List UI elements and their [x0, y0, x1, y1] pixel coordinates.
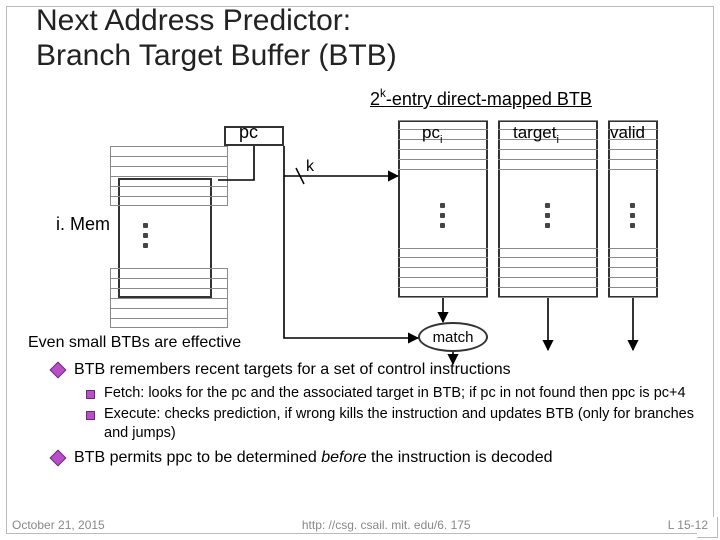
footer: October 21, 2015 http: //csg. csail. mit… — [12, 518, 708, 532]
imem-label: i. Mem — [56, 214, 110, 235]
btb-dots-2 — [545, 198, 551, 233]
bullet-1-text: BTB remembers recent targets for a set o… — [74, 361, 511, 378]
footer-page: L 15-12 — [668, 518, 708, 532]
k-bits-label: k — [306, 158, 314, 176]
footer-date: October 21, 2015 — [12, 518, 105, 532]
bullet-2b: Execute: checks prediction, if wrong kil… — [86, 405, 700, 442]
title-line-1: Next Address Predictor: — [36, 4, 351, 37]
bullet-3-em: before — [321, 449, 366, 466]
btb-dots-1 — [440, 198, 446, 233]
subtitle-pre: 2 — [370, 89, 380, 109]
title-line-2: Branch Target Buffer (BTB) — [36, 39, 397, 72]
slide-title: Next Address Predictor: Branch Target Bu… — [36, 4, 397, 73]
bullet-2a: Fetch: looks for the pc and the associat… — [86, 384, 700, 403]
imem-block — [118, 178, 212, 298]
footer-url: http: //csg. csail. mit. edu/6. 175 — [302, 518, 471, 532]
pc-label: pc — [239, 122, 258, 143]
col-target: targeti — [513, 123, 559, 145]
col-valid: valid — [610, 123, 645, 143]
btb-dots-3 — [630, 198, 636, 233]
bullet-list: BTB remembers recent targets for a set o… — [52, 356, 700, 473]
col-pci-sub: i — [440, 134, 442, 146]
imem-dots — [143, 218, 149, 253]
subtitle-sup: k — [380, 87, 386, 100]
col-pci: pci — [422, 123, 442, 145]
btb-subtitle: 2k-entry direct-mapped BTB — [370, 88, 592, 110]
bullet-3-post: the instruction is decoded — [367, 449, 553, 466]
bullet-1: BTB remembers recent targets for a set o… — [52, 360, 700, 380]
bullet-3-pre: BTB permits ppc to be determined — [74, 449, 321, 466]
bullet-3: BTB permits ppc to be determined before … — [52, 448, 700, 468]
match-gate: match — [418, 322, 488, 352]
subtitle-post: -entry direct-mapped BTB — [386, 89, 592, 109]
col-target-pre: target — [513, 123, 556, 142]
col-pci-pre: pc — [422, 123, 440, 142]
note-effective: Even small BTBs are effective — [28, 334, 241, 352]
col-target-sub: i — [556, 134, 558, 146]
btb-array: pci targeti valid — [398, 120, 668, 298]
